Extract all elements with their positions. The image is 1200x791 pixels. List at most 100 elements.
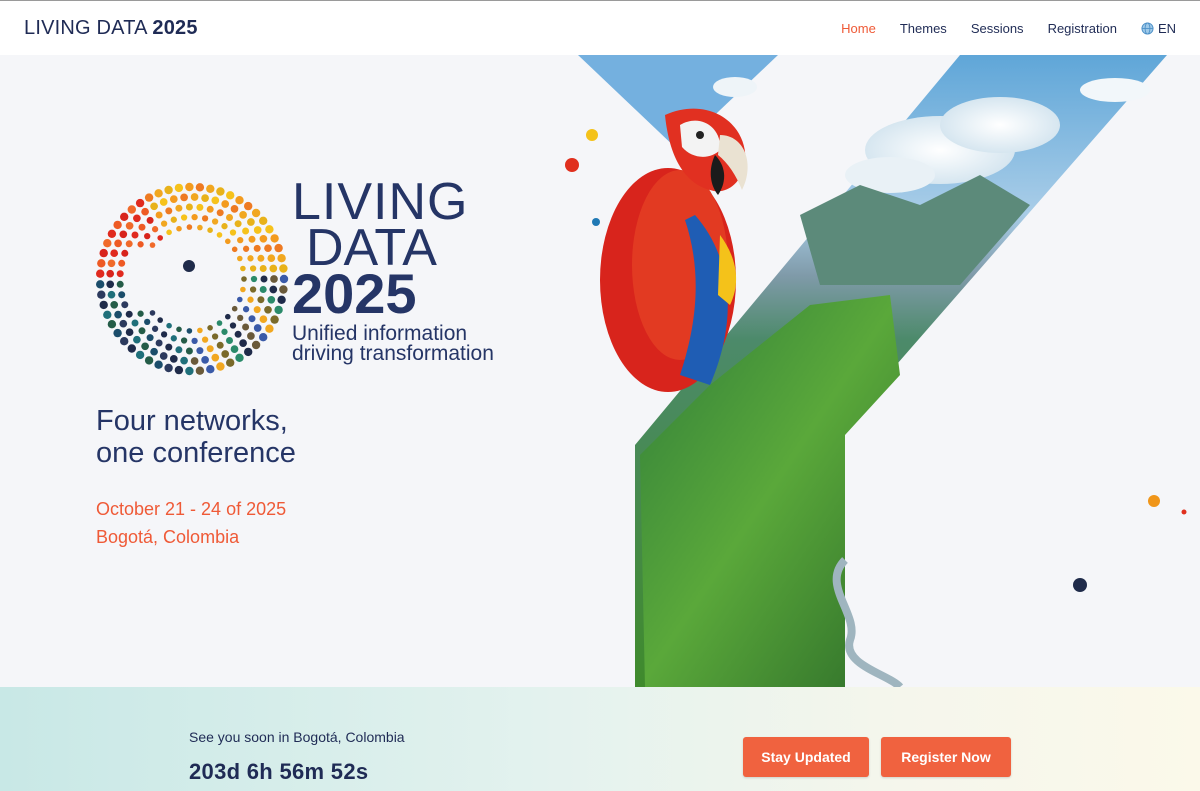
logo-dot xyxy=(226,337,233,344)
logo-dot xyxy=(269,285,278,294)
event-dates: October 21 - 24 of 2025 xyxy=(96,499,287,519)
logo-dot xyxy=(144,232,151,240)
logo-dot xyxy=(121,249,129,257)
logo-dot xyxy=(133,335,141,344)
register-now-button[interactable]: Register Now xyxy=(881,737,1011,777)
logo-dot xyxy=(120,337,129,346)
logo-dot xyxy=(242,323,250,331)
stay-updated-button[interactable]: Stay Updated xyxy=(743,737,869,777)
logo-dot xyxy=(279,264,288,273)
logo-dot xyxy=(206,365,215,374)
logo-dot xyxy=(221,350,230,358)
logo-dot xyxy=(269,264,278,273)
logo-dot xyxy=(154,189,163,198)
logo-dot xyxy=(230,205,239,213)
logo-dot xyxy=(221,200,230,208)
logo-dot xyxy=(216,362,225,371)
logo-dot xyxy=(154,360,163,369)
logo-dot xyxy=(235,353,244,362)
logo-dot xyxy=(242,227,250,235)
decor-dot xyxy=(1181,509,1187,515)
logo-dot xyxy=(190,357,199,365)
logo-dot xyxy=(207,325,213,331)
logo-dot xyxy=(229,322,237,329)
hero-artwork xyxy=(565,55,1187,687)
nav-sessions[interactable]: Sessions xyxy=(971,21,1024,36)
logo-dot xyxy=(110,300,119,309)
logo-dot xyxy=(196,347,204,355)
logo-dot xyxy=(265,225,274,234)
logo-dot xyxy=(164,185,173,195)
logo-dot xyxy=(121,301,129,309)
logo-dot xyxy=(270,315,279,324)
logo-dot xyxy=(185,203,193,211)
logo-dot xyxy=(247,255,254,262)
logo-dot xyxy=(191,337,198,345)
nav-home[interactable]: Home xyxy=(841,21,876,36)
logo-dot xyxy=(211,353,220,362)
logo-dot xyxy=(253,226,262,234)
logo-dot xyxy=(186,224,193,230)
logo-dot xyxy=(264,305,272,314)
decor-dot xyxy=(592,218,600,226)
logo-dot xyxy=(114,310,122,319)
logo-dot xyxy=(257,296,265,304)
logo-dot xyxy=(229,229,237,236)
language-label: EN xyxy=(1157,20,1176,36)
logo-dot xyxy=(114,239,122,248)
logo-dot xyxy=(270,275,278,283)
logo-dot xyxy=(190,193,199,201)
logo-dot xyxy=(169,355,178,363)
logo-dot xyxy=(242,306,250,313)
logo-dot xyxy=(97,290,106,299)
logo-dot xyxy=(125,221,134,230)
language-switcher[interactable]: EN xyxy=(1141,21,1176,36)
logo-dot xyxy=(119,319,128,328)
logo-dot xyxy=(195,183,205,192)
logo-dot xyxy=(250,275,258,283)
nav-registration[interactable]: Registration xyxy=(1048,21,1117,36)
logo-dot xyxy=(240,286,246,293)
logo-dot xyxy=(159,352,168,360)
logo-dot xyxy=(106,269,115,278)
logo-dot xyxy=(259,234,268,243)
site-brand[interactable]: LIVING DATA 2025 xyxy=(24,17,198,40)
logo-dot xyxy=(201,356,209,364)
logo-dot xyxy=(180,356,188,365)
logo-dot xyxy=(107,290,116,299)
logo-dot xyxy=(120,212,129,221)
brand-year: 2025 xyxy=(152,16,198,39)
logo-dot xyxy=(174,365,184,375)
logo-dot xyxy=(135,198,145,208)
logo-dot xyxy=(226,358,235,367)
logo-dot xyxy=(279,285,288,294)
logo-dot xyxy=(103,310,112,319)
main-nav: Home Themes Sessions Registration EN xyxy=(841,21,1176,36)
logo-dot xyxy=(106,280,115,289)
logo-dot xyxy=(234,330,242,338)
countdown-timer: 203d 6h 56m 52s xyxy=(189,759,369,784)
logo-dot xyxy=(151,325,159,332)
logo-dot xyxy=(241,276,247,282)
logo-dot xyxy=(259,333,268,342)
logo-dot xyxy=(226,191,235,200)
logo-dot xyxy=(119,230,128,239)
logo-dot xyxy=(206,184,215,193)
logo-dot xyxy=(164,363,173,373)
logo-dot xyxy=(253,306,261,314)
logo-dot xyxy=(180,214,188,221)
logo-dot xyxy=(170,335,177,342)
logo-dot xyxy=(175,346,183,354)
logo-dot xyxy=(97,259,106,268)
logo-dot xyxy=(125,328,134,337)
logo-dot xyxy=(155,339,163,347)
nav-themes[interactable]: Themes xyxy=(900,21,947,36)
logo-dot xyxy=(185,347,193,355)
logo-dot xyxy=(157,235,163,241)
logo-dot xyxy=(160,331,168,338)
tagline-line1: Four networks, xyxy=(96,405,288,437)
logo-dot xyxy=(221,223,228,230)
logo-dot xyxy=(174,183,184,193)
logo-dot xyxy=(176,225,182,232)
logo-dot xyxy=(125,310,133,318)
